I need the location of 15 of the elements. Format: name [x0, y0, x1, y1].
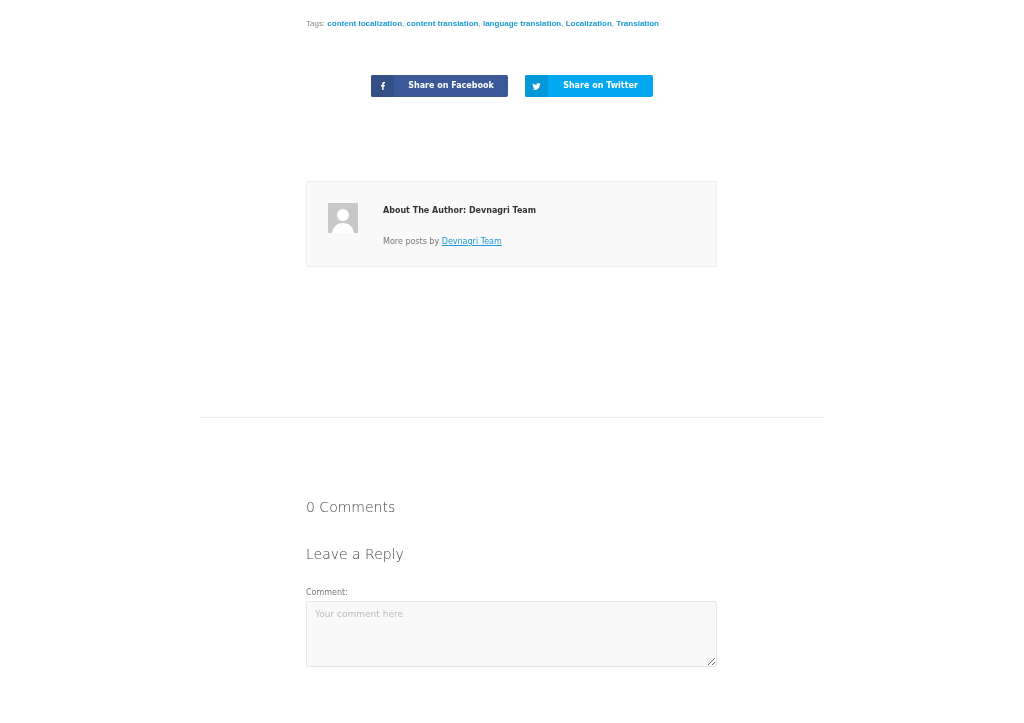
tags-line: Tags: content localization, content translation, language translation, Localization, Translation: [306, 18, 660, 30]
reply-heading: Leave a Reply: [306, 545, 405, 563]
field-label: Comment:: [306, 586, 349, 599]
tag-link[interactable]: content localization: [327, 19, 402, 28]
comments-heading: 0 Comments: [306, 499, 397, 516]
bird-icon: [532, 82, 541, 90]
facebook-icon: [380, 82, 385, 90]
more-posts-text: More posts by Devnagri Team: [383, 236, 503, 248]
tag-link[interactable]: Localization: [565, 19, 612, 28]
facebook-share-button[interactable]: Share on Facebook: [371, 75, 508, 97]
author-title: About The Author: Devnagri Team: [383, 205, 537, 217]
twitter-share-button[interactable]: Share on Twitter: [525, 75, 653, 97]
avatar-icon: [328, 203, 358, 233]
author-link[interactable]: Devnagri Team: [441, 237, 502, 246]
tag-link[interactable]: Translation: [616, 19, 659, 28]
